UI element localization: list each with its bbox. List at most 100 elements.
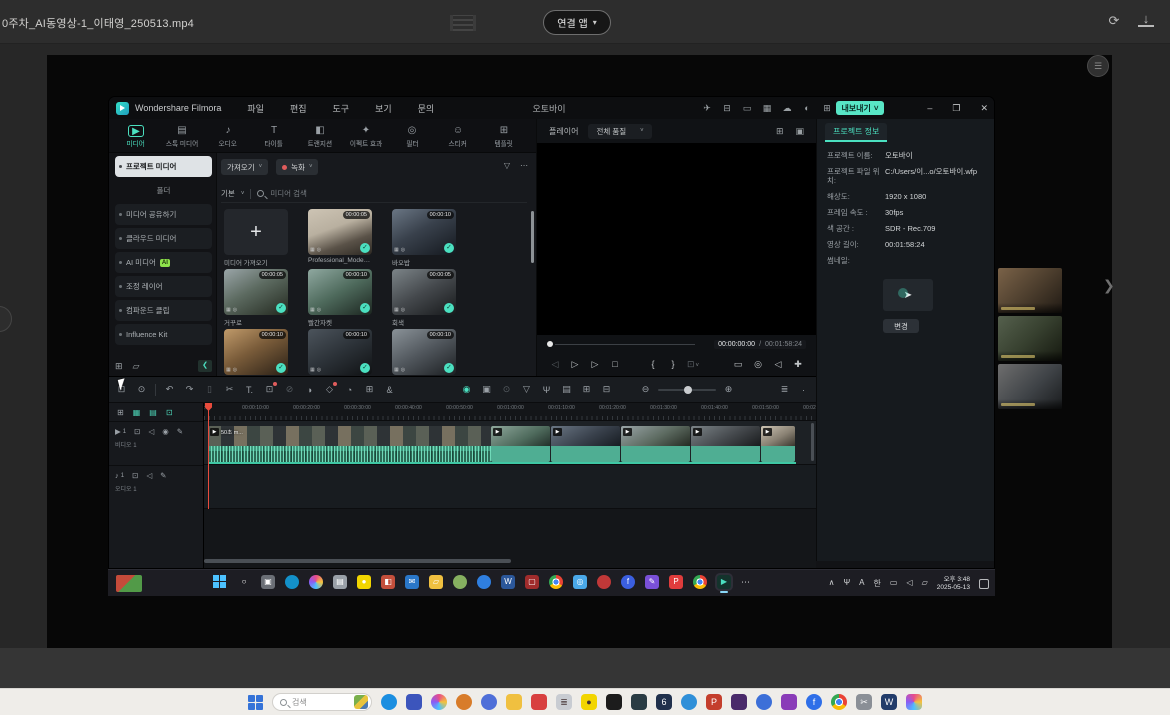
sidebar-item-cloud-media[interactable]: 클라우드 미디어 xyxy=(115,228,212,249)
media-thumbnail[interactable]: 00:00:10▦◎✓ xyxy=(392,209,456,255)
chroma-key-icon[interactable]: ◉ xyxy=(460,384,473,395)
tab-effects[interactable]: ✦이펙트 효과 xyxy=(345,121,387,152)
more-icon[interactable]: ⋯ xyxy=(520,161,528,170)
weather-widget-icon[interactable] xyxy=(116,575,142,592)
mask-shield-icon[interactable]: ▽ xyxy=(520,384,533,395)
media-item[interactable]: 00:00:10▦◎✓ xyxy=(308,329,372,376)
download-icon[interactable]: ↓ xyxy=(1138,13,1154,27)
menu-item[interactable]: 편집 xyxy=(290,102,307,115)
view-mode-label[interactable]: 기본 xyxy=(221,188,235,199)
tray-clock[interactable]: 오후 3:48 2025-05-13 xyxy=(937,576,970,592)
undo-icon[interactable]: ↶ xyxy=(163,384,176,395)
tab-stickers[interactable]: ☺스티커 xyxy=(437,121,479,152)
media-thumbnail[interactable]: 00:00:05▦◎✓ xyxy=(308,209,372,255)
scope-icon[interactable]: ▣ xyxy=(795,126,804,137)
speaker-icon[interactable]: ◁ xyxy=(906,578,912,589)
navy-app[interactable]: W xyxy=(881,694,897,710)
close-button[interactable]: ✕ xyxy=(980,103,988,114)
media-item[interactable]: 00:00:10▦◎✓바오밥 xyxy=(392,209,456,267)
purple-app[interactable] xyxy=(781,694,797,710)
sync-icon[interactable]: ⟳ xyxy=(1106,13,1122,29)
sidebar-item-project-media[interactable]: 프로젝트 미디어 xyxy=(115,156,212,177)
tab-templates[interactable]: ⊞템플릿 xyxy=(483,121,525,152)
import-button[interactable]: 가져오기 ˅ xyxy=(221,159,268,175)
kakaotalk[interactable]: ● xyxy=(357,575,371,589)
timeline-ruler[interactable]: 00:0000:00:10:0000:00:20:0000:00:30:0000… xyxy=(204,403,816,421)
file-explorer[interactable]: ▱ xyxy=(429,575,443,589)
robot-app[interactable]: ◎ xyxy=(573,575,587,589)
p-app[interactable]: P xyxy=(669,575,683,589)
acrobat[interactable]: ▢ xyxy=(525,575,539,589)
folder-tray-icon[interactable]: ▱ xyxy=(922,578,928,589)
browser-scrollbar[interactable] xyxy=(531,211,534,263)
kakaotalk[interactable]: ● xyxy=(581,694,597,710)
teams[interactable] xyxy=(406,694,422,710)
timeline-clip[interactable]: ▶ xyxy=(551,426,620,462)
eye-icon[interactable]: ◉ xyxy=(162,427,169,436)
ime-hangul[interactable]: 한 xyxy=(874,578,881,589)
timeline-h-scrollbar[interactable] xyxy=(204,559,511,563)
amber-app[interactable] xyxy=(456,694,472,710)
sidebar-item-influence-kit[interactable]: Influence Kit xyxy=(115,324,212,345)
purple-dark-app[interactable] xyxy=(731,694,747,710)
export-button[interactable]: 내보내기 ˅ xyxy=(836,101,884,115)
chapter-thumb-2[interactable] xyxy=(998,316,1062,361)
sidebar-item-media-share[interactable]: 미디어 공유하기 xyxy=(115,204,212,225)
f-app[interactable]: f xyxy=(621,575,635,589)
media-item[interactable]: 00:00:10▦◎✓빨간자켓 xyxy=(308,269,372,327)
share-icon[interactable]: ✈ xyxy=(701,103,713,114)
theme-icon[interactable]: ◐ xyxy=(801,103,813,113)
overlay-menu-button[interactable]: ☰ xyxy=(1087,55,1109,77)
outlook[interactable]: ✉ xyxy=(405,575,419,589)
split-icon[interactable]: ✂ xyxy=(223,384,236,395)
timeline-clip[interactable]: ▶ xyxy=(621,426,690,462)
add-audio-track-icon[interactable]: ▤ xyxy=(149,408,157,417)
contacts[interactable] xyxy=(453,575,467,589)
new-folder-icon[interactable]: ⊞ xyxy=(115,361,123,372)
brush-icon[interactable]: ✎ xyxy=(177,427,183,436)
media-thumbnail[interactable]: 00:00:10▦◎✓ xyxy=(308,329,372,375)
folder-icon[interactable]: ▱ xyxy=(133,361,140,372)
more-apps-icon[interactable]: ⋯ xyxy=(741,577,751,588)
sidebar-item-adjustment-layer[interactable]: 조정 레이어 xyxy=(115,276,212,297)
volume-icon[interactable]: ◁ xyxy=(768,359,788,370)
link-icon[interactable]: ⊘ xyxy=(283,384,296,395)
tab-media[interactable]: ▶미디어 xyxy=(115,121,157,152)
start-button[interactable] xyxy=(213,575,227,589)
mic-icon[interactable]: Ψ xyxy=(843,578,850,589)
taskbar-search-input[interactable] xyxy=(292,698,344,707)
motion-track-icon[interactable]: & xyxy=(383,385,396,395)
timeline-clip[interactable]: ▶ xyxy=(691,426,760,462)
workspace-icon[interactable]: ⊟ xyxy=(721,103,733,114)
prev-button[interactable] xyxy=(0,306,12,332)
media-thumbnail[interactable]: 00:00:10▦◎✓ xyxy=(392,329,456,375)
ripple-icon[interactable]: ⊟ xyxy=(600,384,613,395)
media-item[interactable]: 00:00:05▦◎✓Professional_Mode_1... xyxy=(308,209,372,267)
audio-ducking-icon[interactable]: ⊙ xyxy=(135,384,148,395)
pen-app[interactable]: ✎ xyxy=(645,575,659,589)
timeline-clip[interactable]: ▶ xyxy=(761,426,795,462)
restore-button[interactable]: ❐ xyxy=(952,103,960,114)
copilot[interactable] xyxy=(431,694,447,710)
snapshot-icon[interactable]: ◎ xyxy=(748,359,768,370)
voiceover-mic-icon[interactable]: Ψ xyxy=(540,385,553,395)
media-item[interactable]: 00:00:10▦◎✓ xyxy=(224,329,288,376)
zoom-slider-handle[interactable] xyxy=(684,386,692,394)
speed-icon[interactable]: ◔ xyxy=(343,385,356,395)
drop-app[interactable] xyxy=(481,694,497,710)
notes-app[interactable]: ≣ xyxy=(556,694,572,710)
delete-icon[interactable]: ▯ xyxy=(203,384,216,395)
redo-icon[interactable]: ↷ xyxy=(183,384,196,395)
video-preview[interactable] xyxy=(537,143,816,335)
sticky-notes[interactable]: ▤ xyxy=(333,575,347,589)
timeline-clip[interactable]: ▶ xyxy=(491,426,550,462)
subtitle-icon[interactable]: ▤ xyxy=(560,384,573,395)
apps-grid-icon[interactable] xyxy=(450,15,476,31)
sidebar-item-folder[interactable]: 폴더 xyxy=(115,180,212,201)
fullscreen-icon[interactable]: ▭ xyxy=(728,359,748,370)
chrome-profile[interactable] xyxy=(693,575,707,589)
color-icon[interactable]: ◑ xyxy=(303,385,316,395)
import-media-tile[interactable]: + xyxy=(224,209,288,255)
playhead[interactable] xyxy=(208,403,209,509)
teams[interactable] xyxy=(477,575,491,589)
